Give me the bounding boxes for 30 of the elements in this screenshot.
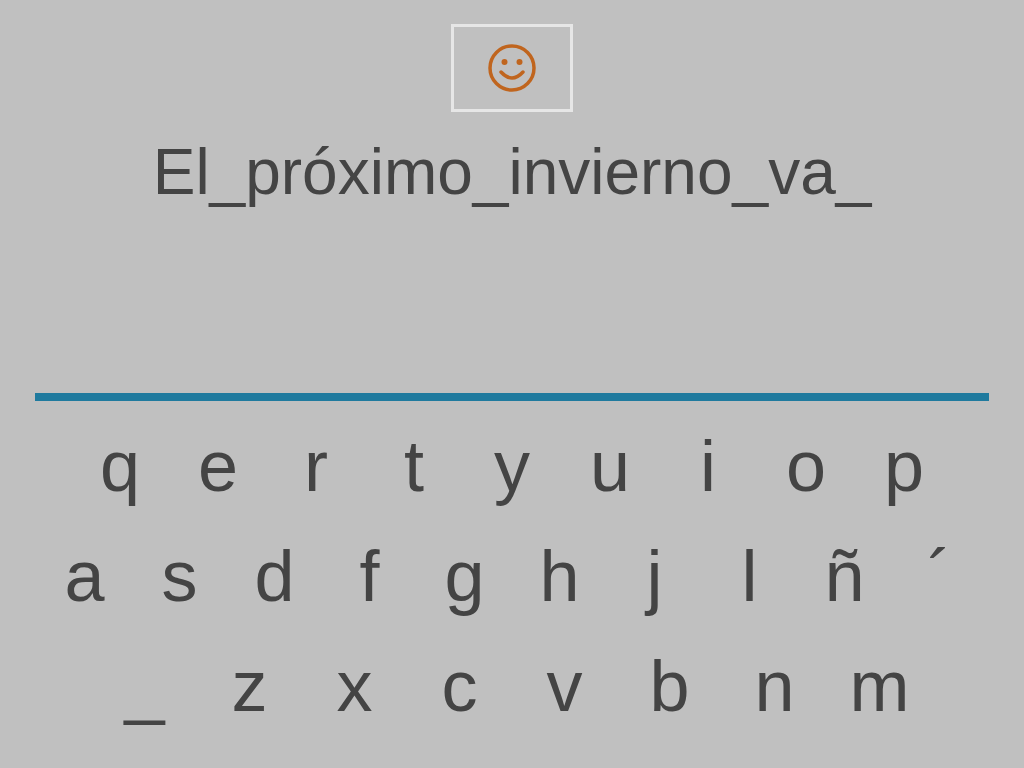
key-button[interactable]: h [512,531,607,621]
key-button[interactable]: f [322,531,417,621]
key-button[interactable]: v [512,641,617,731]
key-button[interactable]: x [302,641,407,731]
key-button[interactable]: b [617,641,722,731]
key-button[interactable]: m [827,641,932,731]
key-button[interactable]: c [407,641,512,731]
key-button[interactable]: i [659,421,757,511]
key-button[interactable]: u [561,421,659,511]
key-button[interactable]: ñ [797,531,892,621]
key-button[interactable]: s [132,531,227,621]
key-button[interactable]: p [855,421,953,511]
key-button[interactable]: o [757,421,855,511]
key-button[interactable]: r [267,421,365,511]
hint-box[interactable] [451,24,573,112]
key-button[interactable]: l [702,531,797,621]
key-button[interactable]: ´ [892,531,987,621]
smiley-icon [486,42,538,94]
key-button[interactable]: g [417,531,512,621]
key-button[interactable]: q [71,421,169,511]
key-button[interactable]: y [463,421,561,511]
key-button[interactable]: _ [92,641,197,731]
key-button[interactable]: a [37,531,132,621]
key-button[interactable]: z [197,641,302,731]
key-button[interactable]: n [722,641,827,731]
key-button[interactable]: j [607,531,702,621]
key-button[interactable]: t [365,421,463,511]
sentence-text: El_próximo_invierno_va_ [152,135,872,210]
key-button[interactable]: e [169,421,267,511]
key-button[interactable]: d [227,531,322,621]
